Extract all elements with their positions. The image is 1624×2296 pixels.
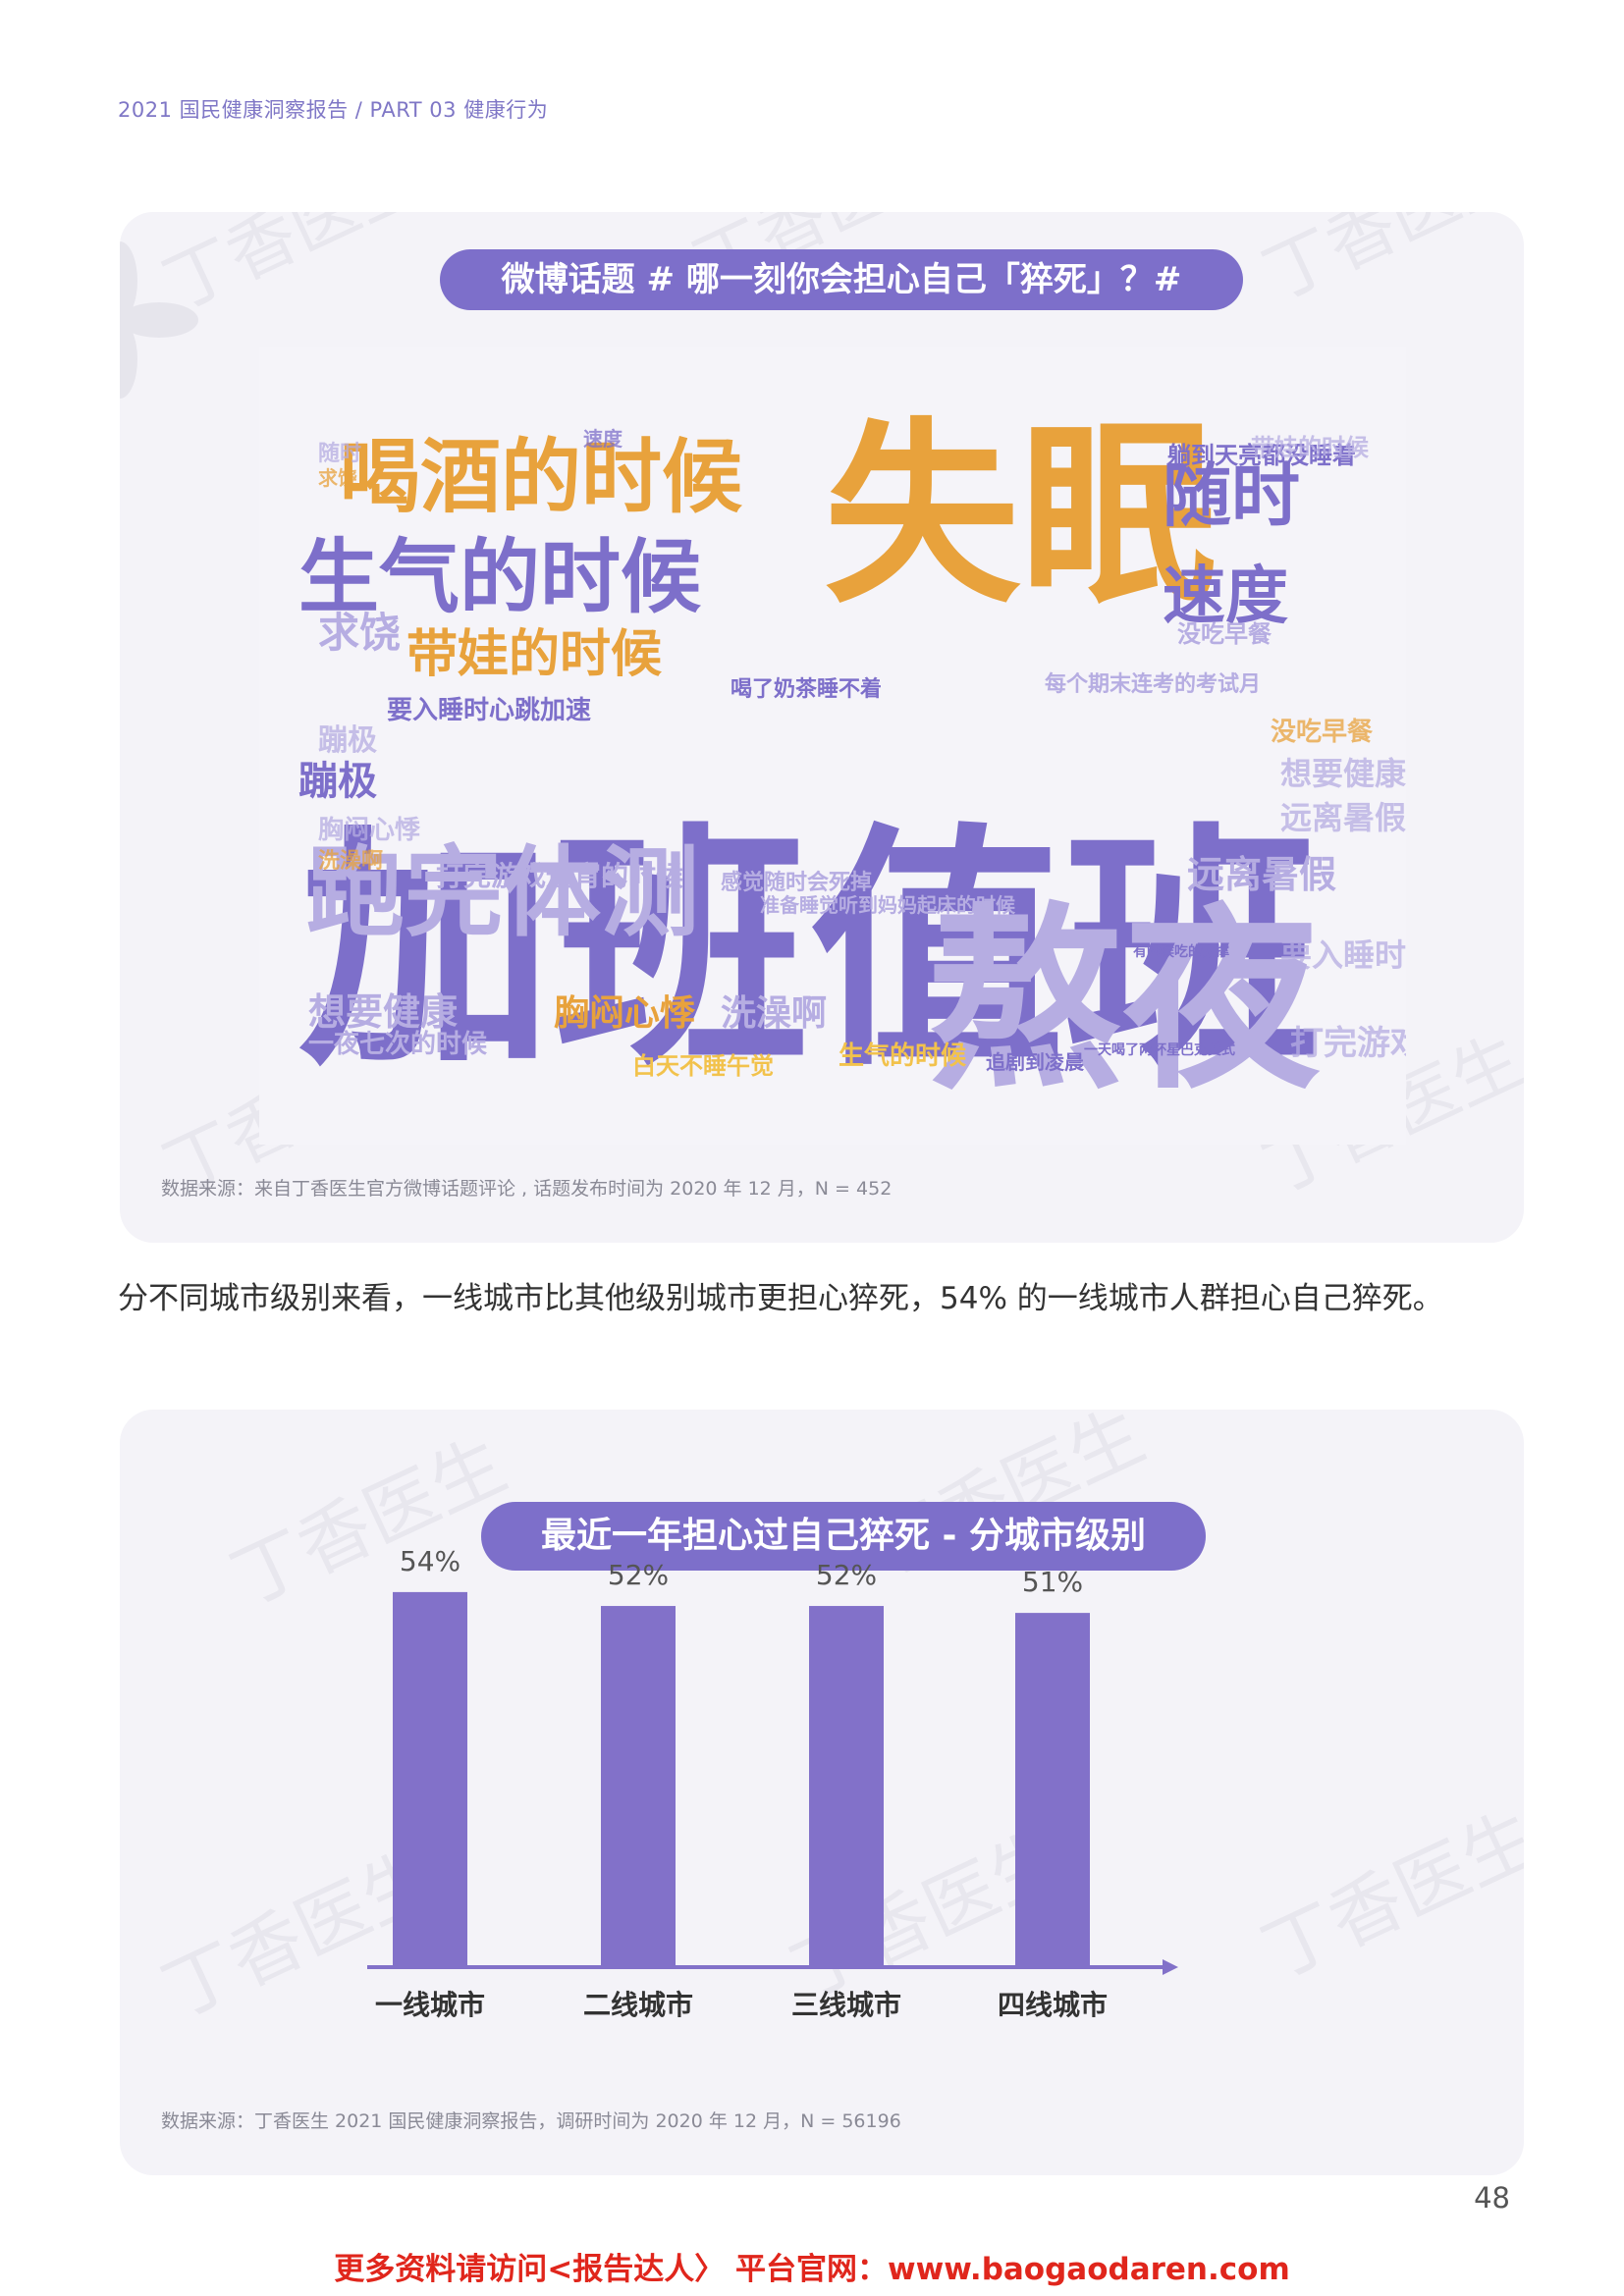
- watermark-text: 丁香医生: [152, 212, 435, 325]
- cloud-word: 喝酒的时候: [340, 431, 743, 524]
- cloud-word: 每个期末连考的考试月: [1045, 671, 1261, 697]
- cloud-word: 带娃的时候: [406, 625, 662, 684]
- bar-chart: 54% 一线城市 52% 二线城市 52% 三线城市 51% 四线城市: [367, 1545, 1178, 2021]
- flower-icon: [120, 241, 198, 399]
- cloud-word: 速度: [583, 427, 623, 451]
- footer-link-text[interactable]: 更多资料请访问<报告达人〉 平台官网：www.baogaodaren.com: [0, 2244, 1624, 2288]
- intro-paragraph: 分不同城市级别来看，一线城市比其他级别城市更担心猝死，54% 的一线城市人群担心…: [118, 1281, 1443, 1316]
- word-cloud-svg: 加班值班失眠熬夜跑完体测喝酒的时候生气的时候随时速度带娃的时候求饶蹦极胸闷心悸洗…: [298, 401, 1406, 1116]
- cloud-word: 打完游戏通宵的时候: [436, 860, 684, 892]
- cloud-word: 熬夜: [927, 887, 1321, 1116]
- cloud-word: 没吃早餐: [1271, 718, 1374, 747]
- cloud-word: 蹦极: [318, 723, 377, 758]
- chart-source: 数据来源：丁香医生 2021 国民健康洞察报告，调研时间为 2020 年 12 …: [161, 2110, 901, 2132]
- cloud-word: 一夜七次的时候: [308, 1029, 488, 1059]
- cloud-word: 洗澡啊: [721, 993, 827, 1034]
- word-cloud: 加班值班 失眠 熬夜 跑完体测 喝酒的时候 生气的时候 随时 速度 带娃的时候 求饶 蹦极 胸闷心悸洗…: [259, 347, 1406, 1145]
- category-label: 一线城市: [375, 1989, 485, 2021]
- cloud-word: 胸闷心悸: [554, 993, 695, 1034]
- wordcloud-source: 数据来源：来自丁香医生官方微博话题评论 , 话题发布时间为 2020 年 12 …: [161, 1178, 893, 1200]
- cloud-word: 生气的时候: [839, 1041, 967, 1071]
- bar-value-label: 52%: [816, 1559, 877, 1591]
- cloud-word: 追剧到凌晨: [986, 1050, 1085, 1074]
- cloud-word: 要入睡时心跳加速: [387, 696, 591, 725]
- chart-card: 丁香医生 丁香医生 丁香医生 丁香医生 丁香医生 最近一年担心过自己猝死 - 分…: [120, 1410, 1524, 2175]
- cloud-word: 求饶: [318, 466, 357, 490]
- cloud-word: 胸闷心悸: [318, 815, 421, 845]
- cloud-word: 没吃早餐: [1177, 620, 1272, 648]
- cloud-word: 失眠: [824, 401, 1217, 630]
- cloud-word: 喝了奶茶睡不着: [731, 676, 882, 702]
- cloud-word: 要入睡时心跳加速: [1280, 936, 1406, 974]
- wordcloud-title: 微博话题 # 哪一刻你会担心自己「猝死」？#: [440, 249, 1243, 310]
- category-label: 三线城市: [791, 1989, 901, 2021]
- bar-value-label: 54%: [400, 1545, 460, 1577]
- cloud-word: 准备睡觉听到妈妈起床的时候: [760, 893, 1016, 917]
- cloud-word: 想要健康: [308, 990, 458, 1034]
- cloud-word: 有时候吃的太撑: [1133, 943, 1229, 960]
- bar-value-label: 52%: [608, 1559, 669, 1591]
- cloud-word: 远离暑假: [1187, 853, 1336, 896]
- bar-2: [601, 1606, 676, 1967]
- bar-value-label: 51%: [1022, 1566, 1083, 1598]
- page-number: 48: [1474, 2181, 1510, 2215]
- cloud-word: 洗澡啊: [318, 849, 383, 874]
- cloud-word: 感觉随时会死掉: [721, 870, 872, 895]
- cloud-word: 打完游戏通宵的时候: [1290, 1024, 1406, 1063]
- bar-3: [809, 1606, 884, 1967]
- cloud-word: 求饶: [318, 609, 401, 657]
- x-axis-arrow-icon: [1163, 1959, 1178, 1975]
- bar-1: [393, 1591, 467, 1967]
- page-header: 2021 国民健康洞察报告 / PART 03 健康行为: [118, 98, 549, 122]
- cloud-word: 白天不睡午觉: [632, 1052, 774, 1080]
- cloud-word: 带娃的时候: [1251, 434, 1370, 461]
- wordcloud-card: 丁香医生 丁香医生 丁香医生 丁香医生 丁香医生 微博话题 # 哪一刻你会担心自…: [120, 212, 1524, 1243]
- watermark-text: 丁香医生: [1252, 212, 1524, 315]
- category-label: 四线城市: [998, 1989, 1108, 2021]
- cloud-word: 远离暑假: [1280, 799, 1406, 836]
- cloud-word: 蹦极: [298, 759, 377, 804]
- cloud-word: 一天喝了两杯星巴克美式: [1084, 1041, 1235, 1058]
- category-label: 二线城市: [583, 1989, 693, 2021]
- bar-4: [1015, 1613, 1090, 1967]
- cloud-word: 随时: [318, 441, 361, 466]
- cloud-word: 想要健康: [1280, 755, 1406, 792]
